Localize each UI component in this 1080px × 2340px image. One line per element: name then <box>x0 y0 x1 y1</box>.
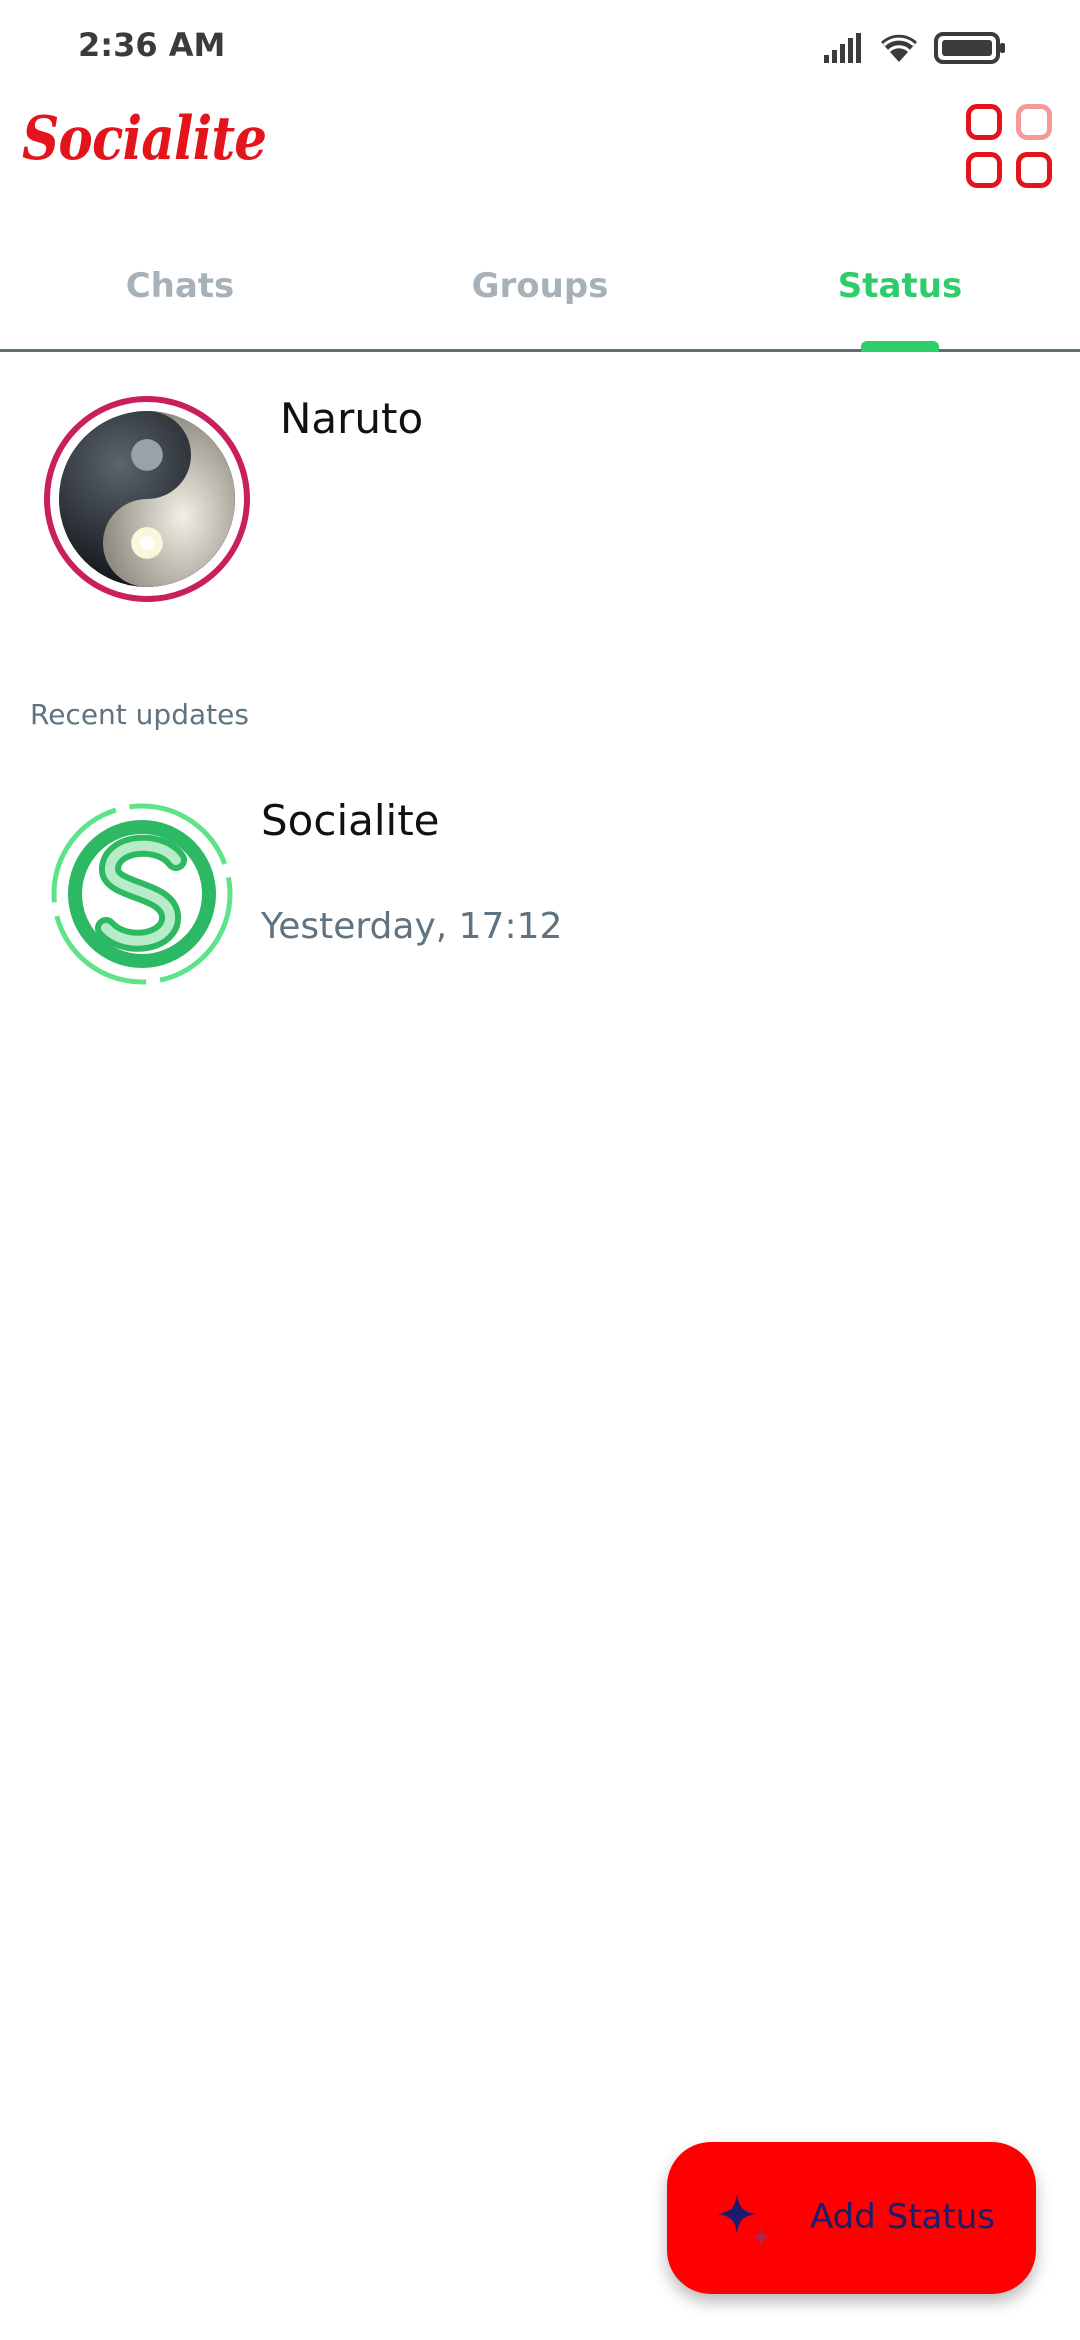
system-icons <box>824 30 1006 70</box>
yin-yang-avatar <box>59 411 235 587</box>
wifi-icon <box>878 32 920 68</box>
add-status-button[interactable]: Add Status <box>667 2142 1036 2294</box>
tab-status[interactable]: Status <box>720 266 1080 306</box>
active-tab-indicator <box>861 341 939 352</box>
clock: 2:36 AM <box>78 26 226 64</box>
tab-chats[interactable]: Chats <box>0 266 360 306</box>
socialite-logo-avatar <box>48 800 236 988</box>
tab-groups[interactable]: Groups <box>360 266 720 306</box>
sparkle-icon <box>715 2192 781 2258</box>
grid-menu-button[interactable] <box>966 104 1054 192</box>
battery-icon <box>934 31 1006 69</box>
status-update-item[interactable]: Socialite Yesterday, 17:12 <box>0 780 1080 1010</box>
status-update-name: Socialite <box>261 796 440 845</box>
status-screen: 2:36 AM Socialite Chats Groups Status Na… <box>0 0 1080 2340</box>
add-status-label: Add Status <box>810 2197 995 2237</box>
my-status-name: Naruto <box>280 394 424 443</box>
status-update-time: Yesterday, 17:12 <box>261 906 563 947</box>
signal-icon <box>824 33 864 67</box>
system-status-bar: 2:36 AM <box>0 0 1080 96</box>
recent-updates-label: Recent updates <box>30 698 249 731</box>
tab-bar: Chats Groups Status <box>0 240 1080 352</box>
my-status-avatar[interactable] <box>44 396 250 602</box>
app-logo: Socialite <box>22 104 267 174</box>
